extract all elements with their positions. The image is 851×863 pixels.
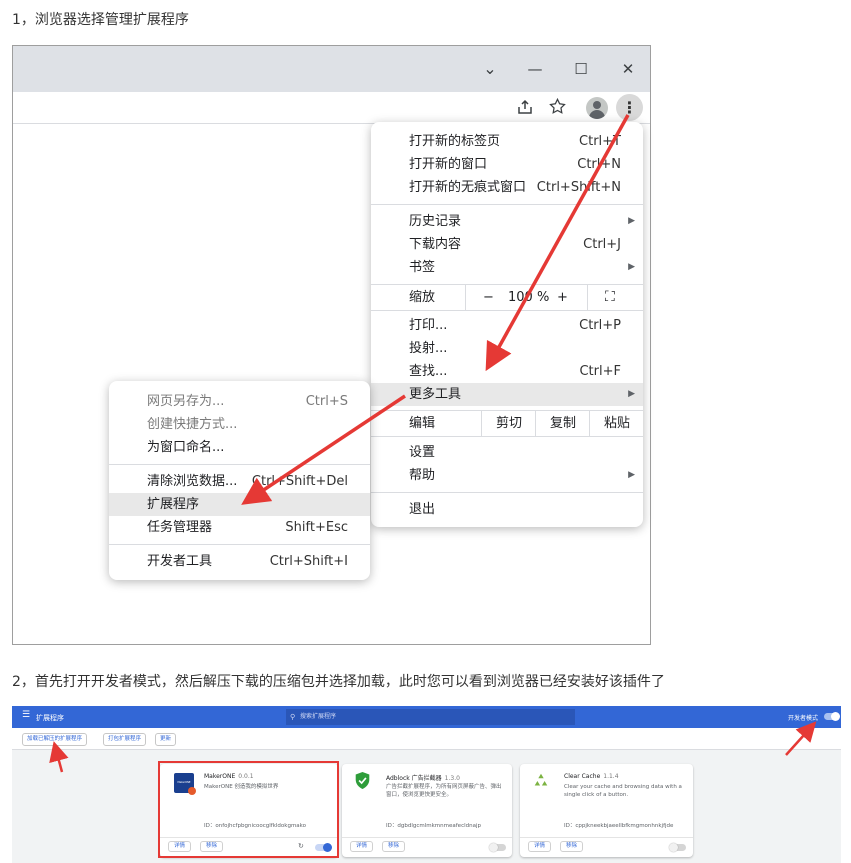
arrow-to-load-unpacked xyxy=(49,741,69,773)
arrow-to-more-tools xyxy=(485,114,630,372)
annotation-arrows xyxy=(241,114,630,505)
remove-button[interactable]: 移除 xyxy=(560,841,584,852)
details-button[interactable]: 详情 xyxy=(350,841,374,852)
extension-id: ID：dgbdlgcmlmkmnmeafecldnajp xyxy=(386,823,481,829)
details-button[interactable]: 详情 xyxy=(528,841,552,852)
annotation-arrows-step2 xyxy=(49,721,817,773)
extension-toggle[interactable] xyxy=(489,843,506,852)
extension-description: Clear your cache and browsing data with … xyxy=(564,784,682,798)
extension-id: ID：cppjkneekbjaeellbfkmgmonhnkjfjde xyxy=(564,823,674,829)
remove-button[interactable]: 移除 xyxy=(382,841,406,852)
arrow-to-extensions xyxy=(241,394,406,505)
extension-toggle[interactable] xyxy=(669,843,686,852)
arrow-to-dev-mode xyxy=(785,721,817,756)
step-2-text: 2，首先打开开发者模式，然后解压下载的压缩包并选择加载，此时您可以看到浏览器已经… xyxy=(12,674,665,690)
extension-description: 广告拦截扩展程序，为所有网页屏蔽广告、弹出窗口，使浏览更快更安全。 xyxy=(386,784,502,798)
